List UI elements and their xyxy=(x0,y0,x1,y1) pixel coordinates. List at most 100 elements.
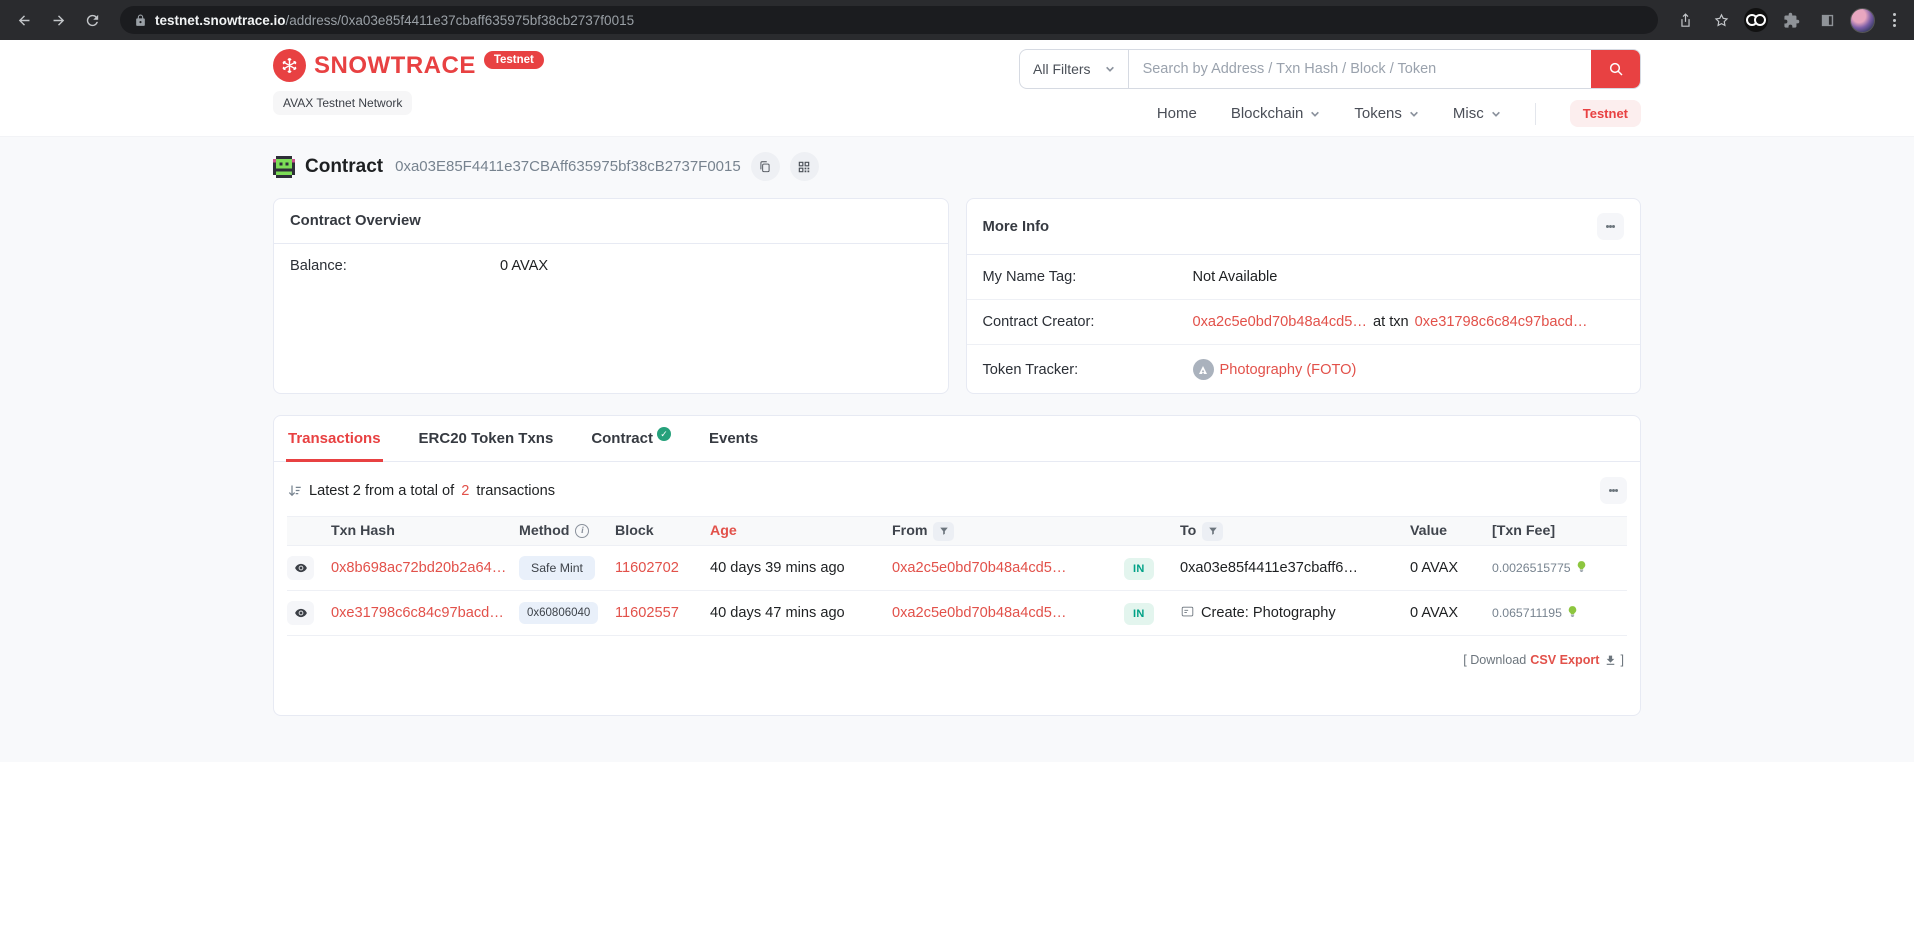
eye-icon xyxy=(294,606,308,620)
eye-icon xyxy=(294,561,308,575)
chevron-down-icon xyxy=(1409,109,1419,119)
search-icon xyxy=(1608,61,1624,77)
overview-card-title: Contract Overview xyxy=(290,213,421,229)
preview-txn-button[interactable] xyxy=(287,556,314,580)
from-address-link[interactable]: 0xa2c5e0bd70b48a4cd5… xyxy=(892,560,1066,576)
chevron-down-icon xyxy=(1310,109,1320,119)
method-badge: 0x60806040 xyxy=(519,602,598,624)
txn-hash-link[interactable]: 0xe31798c6c84c97bacd… xyxy=(331,605,504,621)
verified-check-icon: ✓ xyxy=(657,427,671,441)
token-tracker-link[interactable]: Photography (FOTO) xyxy=(1220,362,1357,378)
main-nav: Home Blockchain Tokens Misc Testnet xyxy=(1157,100,1641,127)
gas-lightbulb-icon xyxy=(1566,605,1579,622)
copy-icon xyxy=(758,160,772,174)
balance-row: Balance: 0 AVAX xyxy=(274,244,948,288)
tab-erc20-token-txns[interactable]: ERC20 Token Txns xyxy=(417,416,556,461)
block-link[interactable]: 11602557 xyxy=(615,605,679,621)
brand-testnet-badge: Testnet xyxy=(484,51,544,69)
browser-profile-avatar[interactable] xyxy=(1850,8,1875,33)
transactions-total-count: 2 xyxy=(461,483,469,499)
side-panel-button[interactable] xyxy=(1814,7,1840,33)
nav-tokens[interactable]: Tokens xyxy=(1354,105,1419,122)
brand-name: SNOWTRACE xyxy=(314,52,476,80)
filter-icon xyxy=(939,526,949,536)
tab-events[interactable]: Events xyxy=(707,416,760,461)
col-txn-hash: Txn Hash xyxy=(331,523,519,539)
contract-identicon xyxy=(273,156,295,178)
download-icon xyxy=(1604,654,1617,667)
brand-logo[interactable]: SNOWTRACE Testnet xyxy=(273,49,544,82)
tab-contract[interactable]: Contract ✓ xyxy=(589,416,673,461)
extension-owl-icon[interactable] xyxy=(1744,8,1768,32)
search-button[interactable] xyxy=(1591,50,1640,88)
page-title-row: Contract 0xa03E85F4411e37CBAff635975bf38… xyxy=(273,152,1641,181)
contract-address: 0xa03E85F4411e37CBAff635975bf38cB2737F00… xyxy=(395,158,741,175)
token-tracker-row: Token Tracker: Photography (FOTO) xyxy=(967,344,1641,394)
creation-txn-link[interactable]: 0xe31798c6c84c97bacd… xyxy=(1415,314,1588,330)
nav-home[interactable]: Home xyxy=(1157,105,1197,122)
browser-chrome: testnet.snowtrace.io/address/0xa03e85f44… xyxy=(0,0,1914,40)
bookmark-button[interactable] xyxy=(1708,7,1734,33)
transactions-menu-button[interactable] xyxy=(1600,477,1627,504)
nav-misc[interactable]: Misc xyxy=(1453,105,1501,122)
more-info-menu-button[interactable] xyxy=(1597,213,1624,240)
url-bar[interactable]: testnet.snowtrace.io/address/0xa03e85f44… xyxy=(120,6,1658,34)
col-from: From xyxy=(892,522,1124,541)
transactions-card: Transactions ERC20 Token Txns Contract ✓… xyxy=(273,415,1641,716)
star-icon xyxy=(1713,12,1730,29)
col-txn-fee: [Txn Fee] xyxy=(1492,523,1622,539)
chevron-down-icon xyxy=(1491,109,1501,119)
back-button[interactable] xyxy=(10,6,38,34)
contract-creator-row: Contract Creator: 0xa2c5e0bd70b48a4cd5… … xyxy=(967,299,1641,344)
chevron-down-icon xyxy=(1105,64,1115,74)
balance-value: 0 AVAX xyxy=(500,258,548,274)
share-button[interactable] xyxy=(1672,7,1698,33)
to-address: 0xa03e85f4411e37cbaff6… xyxy=(1180,560,1410,576)
from-address-link[interactable]: 0xa2c5e0bd70b48a4cd5… xyxy=(892,605,1066,621)
txn-value: 0 AVAX xyxy=(1410,560,1492,576)
transactions-summary: Latest 2 from a total of 2 transactions xyxy=(287,483,555,499)
extensions-button[interactable] xyxy=(1778,7,1804,33)
url-domain: testnet.snowtrace.io xyxy=(155,13,286,28)
tab-transactions[interactable]: Transactions xyxy=(286,416,383,462)
col-value: Value xyxy=(1410,523,1492,539)
copy-address-button[interactable] xyxy=(751,152,780,181)
gas-lightbulb-icon xyxy=(1575,560,1588,577)
search-bar: All Filters xyxy=(1019,49,1641,89)
txn-fee: 0.065711195 xyxy=(1492,606,1562,620)
forward-icon xyxy=(50,12,67,29)
reload-button[interactable] xyxy=(78,6,106,34)
reload-icon xyxy=(84,12,101,29)
search-filter-select[interactable]: All Filters xyxy=(1020,50,1129,88)
nav-divider xyxy=(1535,103,1536,125)
txn-age: 40 days 47 mins ago xyxy=(710,605,892,621)
col-method: Method i xyxy=(519,523,615,539)
token-tracker-label: Token Tracker: xyxy=(983,362,1193,378)
creator-at-txn-text: at txn xyxy=(1373,314,1409,330)
preview-txn-button[interactable] xyxy=(287,601,314,625)
search-filter-label: All Filters xyxy=(1033,61,1091,77)
transactions-table: Txn Hash Method i Block Age From xyxy=(287,516,1627,636)
block-link[interactable]: 11602702 xyxy=(615,560,679,576)
method-badge: Safe Mint xyxy=(519,556,595,580)
table-row: 0x8b698ac72bd20b2a64… Safe Mint 11602702… xyxy=(287,546,1627,591)
nav-blockchain[interactable]: Blockchain xyxy=(1231,105,1321,122)
creator-address-link[interactable]: 0xa2c5e0bd70b48a4cd5… xyxy=(1193,314,1367,330)
col-block: Block xyxy=(615,523,710,539)
sort-icon xyxy=(287,483,302,498)
url-path: /address/0xa03e85f4411e37cbaff635975bf38… xyxy=(286,13,635,28)
testnet-network-button[interactable]: Testnet xyxy=(1570,100,1641,127)
from-filter-button[interactable] xyxy=(933,522,954,541)
qr-code-button[interactable] xyxy=(790,152,819,181)
search-input[interactable] xyxy=(1129,50,1591,88)
side-panel-icon xyxy=(1819,12,1836,29)
info-icon[interactable]: i xyxy=(575,524,589,538)
browser-menu-button[interactable] xyxy=(1885,9,1904,31)
to-filter-button[interactable] xyxy=(1202,522,1223,541)
forward-button[interactable] xyxy=(44,6,72,34)
col-age[interactable]: Age xyxy=(710,523,892,539)
tabs-row: Transactions ERC20 Token Txns Contract ✓… xyxy=(274,416,1640,462)
csv-export-link[interactable]: CSV Export xyxy=(1530,653,1599,667)
txn-hash-link[interactable]: 0x8b698ac72bd20b2a64… xyxy=(331,560,506,576)
table-row: 0xe31798c6c84c97bacd… 0x60806040 1160255… xyxy=(287,591,1627,636)
